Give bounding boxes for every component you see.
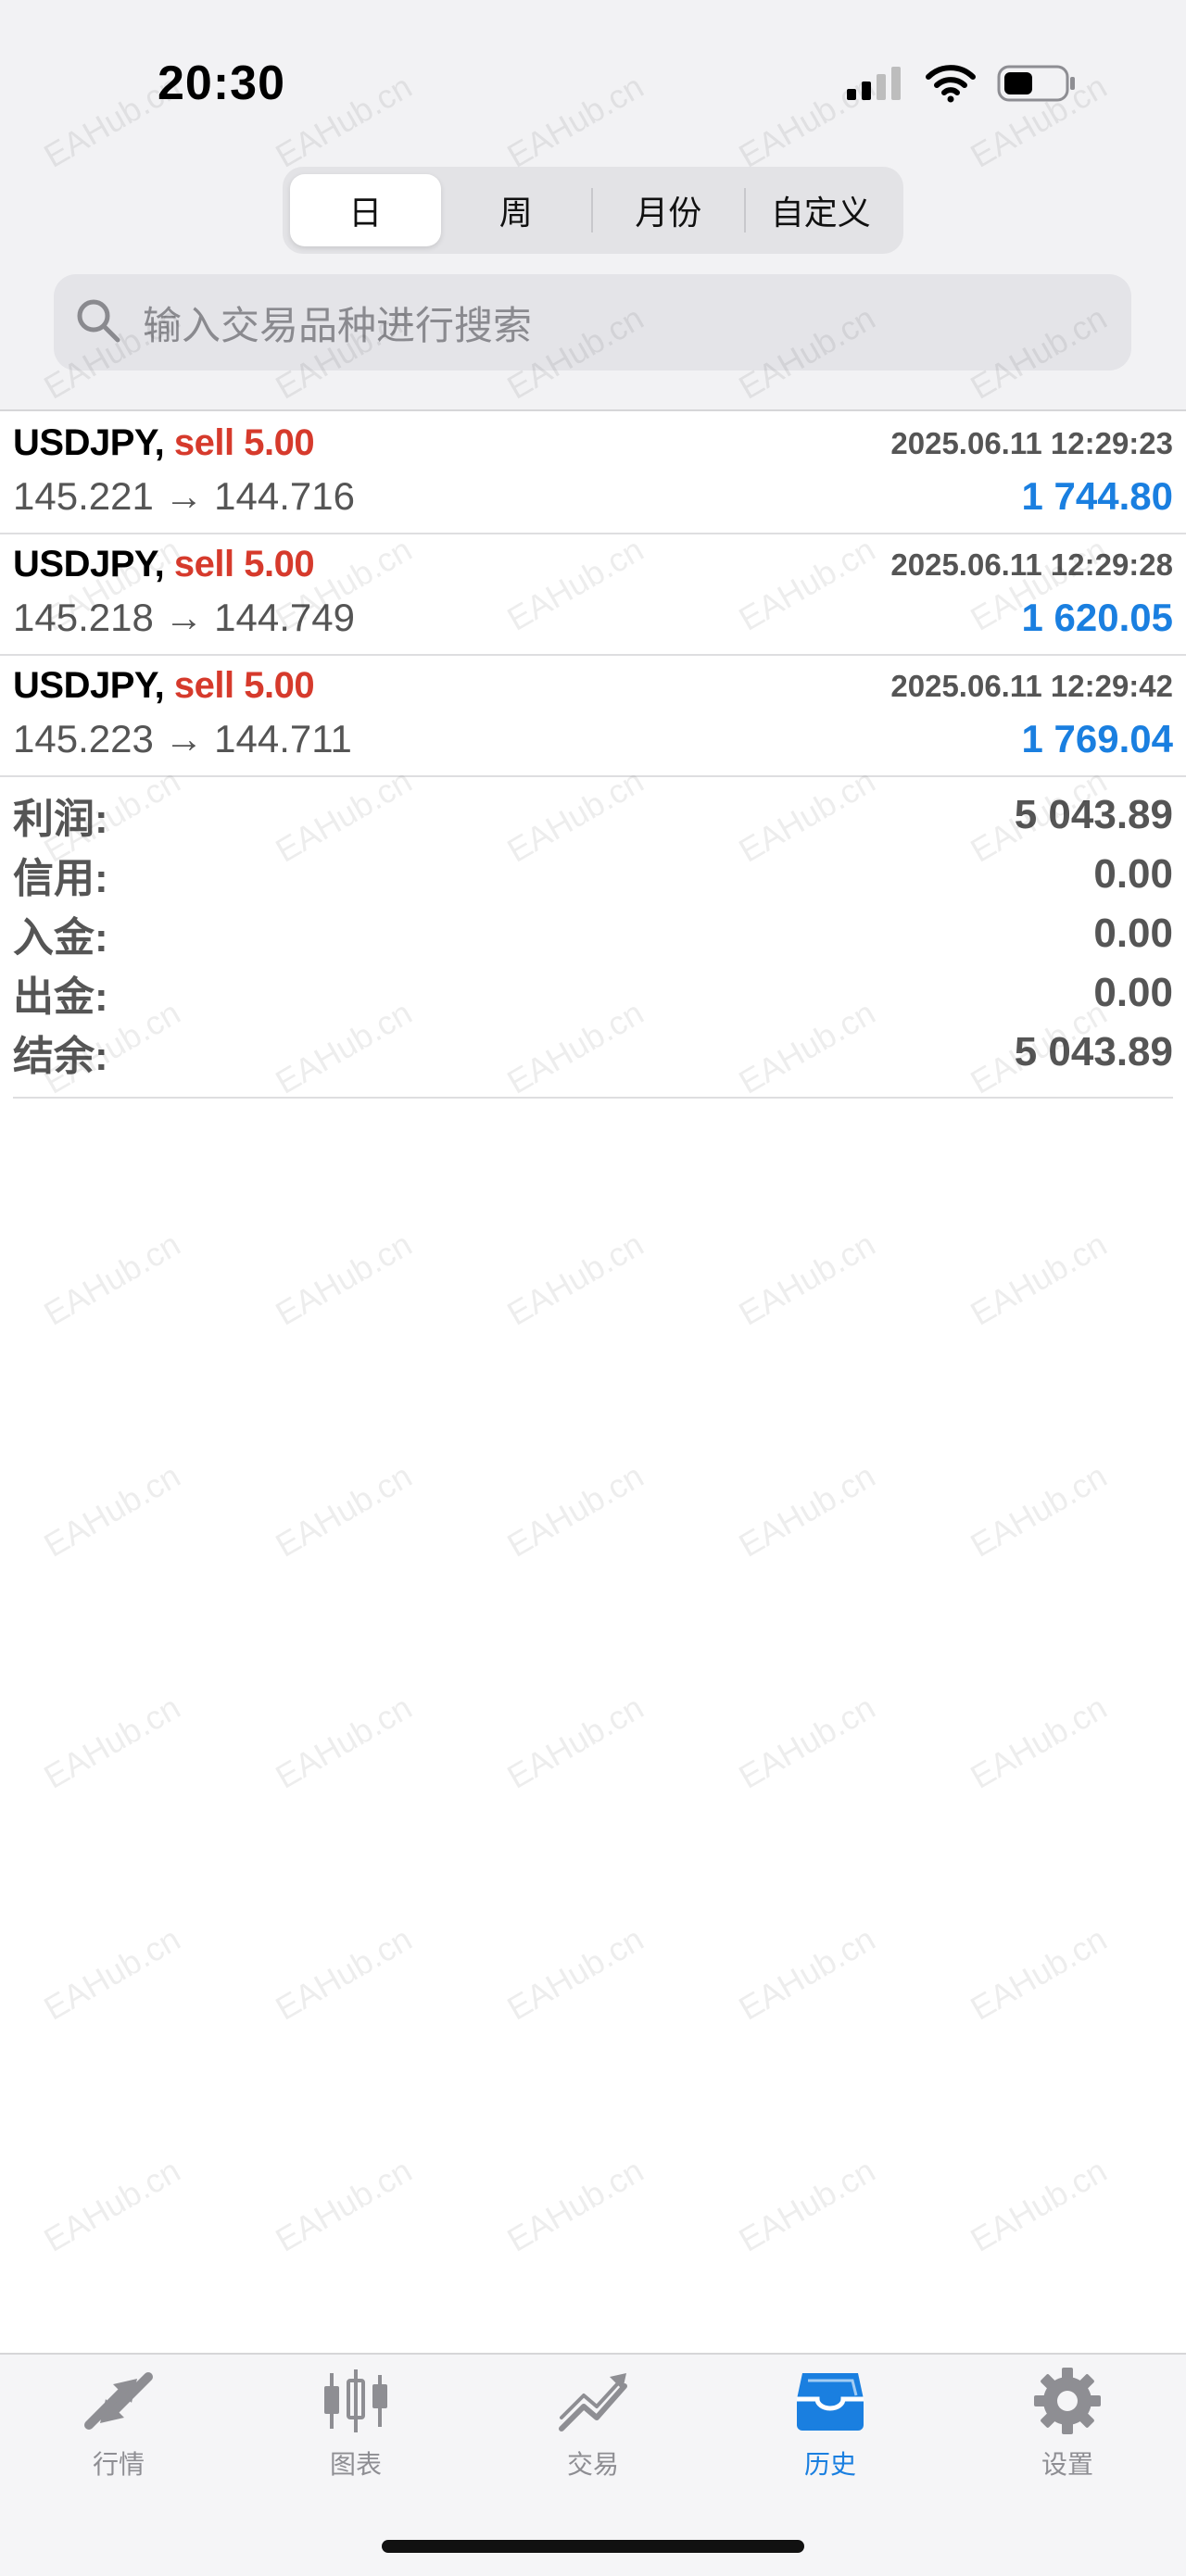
trade-profit: 1 620.05 — [1021, 596, 1174, 639]
tab-label: 历史 — [803, 2450, 856, 2479]
tab-label: 交易 — [566, 2450, 619, 2479]
watermark-text: EAHub.cn — [269, 1456, 419, 1564]
signal-icon — [845, 65, 904, 107]
tab-settings[interactable]: 设置 — [993, 2368, 1142, 2482]
watermark-text: EAHub.cn — [964, 1456, 1114, 1564]
search-placeholder: 输入交易品种进行搜索 — [143, 303, 533, 347]
summary-value: 0.00 — [1093, 851, 1173, 897]
search-input[interactable]: 输入交易品种进行搜索 — [54, 274, 1131, 371]
header: 20:30 日 周 月份 自定义 输入交易品种进行搜索 — [0, 0, 1186, 411]
status-icons — [845, 63, 1077, 108]
trade-trend-icon — [556, 2368, 630, 2439]
watermark-text: EAHub.cn — [500, 1225, 650, 1333]
tab-label: 设置 — [1041, 2450, 1093, 2479]
summary-deposit: 入金: 0.00 — [13, 904, 1173, 963]
wifi-icon — [925, 64, 977, 107]
period-segmented-control: 日 周 月份 自定义 — [283, 167, 903, 254]
summary-profit: 利润: 5 043.89 — [13, 785, 1173, 845]
trade-prices: 145.221 → 144.716 — [13, 474, 355, 518]
watermark-text: EAHub.cn — [37, 1456, 187, 1564]
home-indicator — [382, 2540, 804, 2553]
summary-label: 信用: — [13, 856, 108, 901]
status-time: 20:30 — [158, 57, 285, 110]
watermark-text: EAHub.cn — [37, 2151, 187, 2259]
summary-value: 5 043.89 — [1014, 1029, 1173, 1074]
tab-day[interactable]: 日 — [290, 174, 441, 246]
history-list: USDJPY, sell 5.00 2025.06.11 12:29:23 14… — [0, 413, 1186, 777]
trade-symbol-line: USDJPY, sell 5.00 — [13, 422, 315, 464]
tab-month[interactable]: 月份 — [593, 174, 744, 246]
summary-label: 出金: — [13, 974, 108, 1020]
watermark-text: EAHub.cn — [964, 1225, 1114, 1333]
tab-trade[interactable]: 交易 — [519, 2368, 667, 2482]
trade-row[interactable]: USDJPY, sell 5.00 2025.06.11 12:29:28 14… — [0, 534, 1186, 656]
trade-profit: 1 769.04 — [1021, 717, 1174, 760]
trade-row[interactable]: USDJPY, sell 5.00 2025.06.11 12:29:42 14… — [0, 656, 1186, 777]
watermark-text: EAHub.cn — [732, 1225, 882, 1333]
history-inbox-icon — [793, 2368, 867, 2439]
trade-symbol-line: USDJPY, sell 5.00 — [13, 665, 315, 707]
watermark-text: EAHub.cn — [37, 1688, 187, 1796]
watermark-text: EAHub.cn — [732, 1688, 882, 1796]
watermark-text: EAHub.cn — [964, 1919, 1114, 2028]
tab-label: 行情 — [92, 2450, 145, 2479]
watermark-text: EAHub.cn — [732, 1919, 882, 2028]
tab-week[interactable]: 周 — [441, 174, 592, 246]
summary-credit: 信用: 0.00 — [13, 845, 1173, 904]
trade-datetime: 2025.06.11 12:29:28 — [890, 547, 1173, 582]
summary-block: 利润: 5 043.89 信用: 0.00 入金: 0.00 出金: 0.00 … — [13, 785, 1173, 1099]
watermark-text: EAHub.cn — [269, 1919, 419, 2028]
candlestick-chart-icon — [319, 2368, 393, 2439]
summary-balance: 结余: 5 043.89 — [13, 1023, 1173, 1082]
tab-history[interactable]: 历史 — [756, 2368, 904, 2482]
summary-withdrawal: 出金: 0.00 — [13, 963, 1173, 1023]
trade-symbol: USDJPY, — [13, 544, 165, 584]
summary-label: 入金: — [13, 915, 108, 961]
watermark-text: EAHub.cn — [500, 1456, 650, 1564]
watermark-text: EAHub.cn — [500, 2151, 650, 2259]
trade-symbol: USDJPY, — [13, 665, 165, 706]
watermark-text: EAHub.cn — [269, 1688, 419, 1796]
trade-side: sell 5.00 — [173, 544, 315, 584]
tab-charts[interactable]: 图表 — [282, 2368, 430, 2482]
tab-quotes[interactable]: 行情 — [44, 2368, 193, 2482]
watermark-text: EAHub.cn — [37, 1919, 187, 2028]
battery-icon — [997, 63, 1077, 108]
trade-prices: 145.223 → 144.711 — [13, 717, 352, 760]
search-icon — [74, 296, 122, 349]
gear-icon — [1030, 2368, 1104, 2439]
trade-profit: 1 744.80 — [1021, 474, 1174, 518]
summary-value: 0.00 — [1093, 970, 1173, 1015]
watermark-text: EAHub.cn — [500, 1919, 650, 2028]
trade-symbol: USDJPY, — [13, 422, 165, 463]
summary-value: 5 043.89 — [1014, 792, 1173, 837]
watermark-text: EAHub.cn — [37, 1225, 187, 1333]
trade-row[interactable]: USDJPY, sell 5.00 2025.06.11 12:29:23 14… — [0, 413, 1186, 534]
watermark-text: EAHub.cn — [732, 1456, 882, 1564]
trade-symbol-line: USDJPY, sell 5.00 — [13, 544, 315, 585]
trade-datetime: 2025.06.11 12:29:42 — [890, 669, 1173, 703]
watermark-text: EAHub.cn — [500, 1688, 650, 1796]
watermark-text: EAHub.cn — [964, 2151, 1114, 2259]
tab-label: 图表 — [329, 2450, 382, 2479]
summary-label: 利润: — [13, 797, 108, 842]
quotes-arrows-icon — [82, 2368, 156, 2439]
trade-datetime: 2025.06.11 12:29:23 — [890, 426, 1173, 460]
watermark-text: EAHub.cn — [269, 2151, 419, 2259]
summary-label: 结余: — [13, 1034, 108, 1079]
watermark-text: EAHub.cn — [269, 1225, 419, 1333]
trade-side: sell 5.00 — [173, 422, 315, 463]
trade-side: sell 5.00 — [173, 665, 315, 706]
summary-value: 0.00 — [1093, 911, 1173, 956]
tab-custom[interactable]: 自定义 — [746, 174, 897, 246]
trade-prices: 145.218 → 144.749 — [13, 596, 355, 639]
watermark-text: EAHub.cn — [732, 2151, 882, 2259]
watermark-text: EAHub.cn — [964, 1688, 1114, 1796]
